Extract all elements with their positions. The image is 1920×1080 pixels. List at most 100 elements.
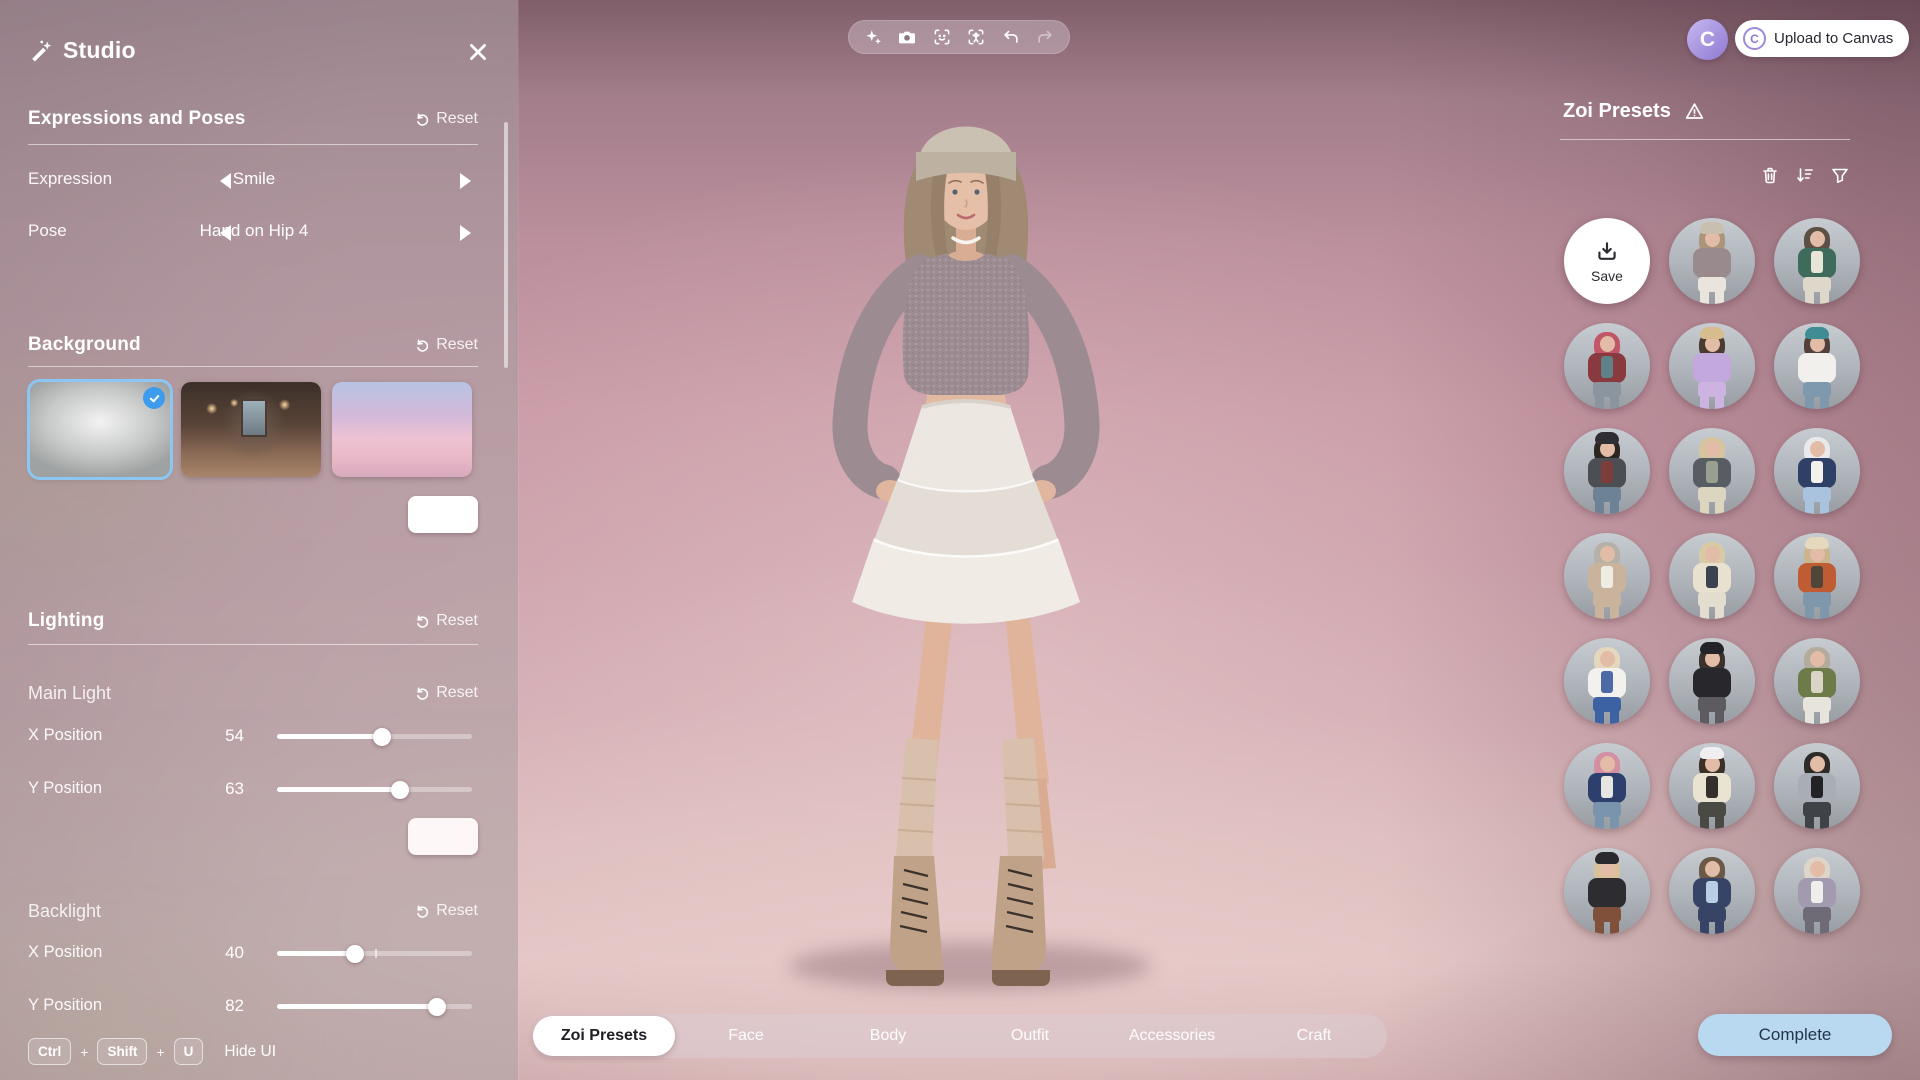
pose-next-arrow[interactable] xyxy=(460,225,471,241)
close-icon[interactable] xyxy=(466,40,490,64)
reset-icon xyxy=(415,338,430,353)
save-preset-button[interactable]: Save xyxy=(1564,218,1650,304)
preset-thumbnail-beanie-knit-girl[interactable] xyxy=(1669,218,1755,304)
reset-expressions-button[interactable]: Reset xyxy=(415,110,478,128)
background-thumb-studio[interactable] xyxy=(30,382,170,477)
slider-track[interactable] xyxy=(277,951,472,956)
canvas-c-icon: C xyxy=(1743,27,1766,50)
slider-label: X Position xyxy=(28,726,102,745)
preset-thumbnail-pink-hair-varsity[interactable] xyxy=(1564,743,1650,829)
zoi-presets-panel: Zoi Presets Save xyxy=(1560,0,1860,1080)
tab-face[interactable]: Face xyxy=(675,1016,817,1056)
preset-thumbnail-white-jacket-blue[interactable] xyxy=(1564,638,1650,724)
preset-thumbnail-headphones-sweater[interactable] xyxy=(1669,743,1755,829)
undo-icon[interactable] xyxy=(1001,27,1021,47)
preset-grid: Save xyxy=(1564,218,1860,934)
upload-label: Upload to Canvas xyxy=(1774,30,1893,47)
preset-thumbnail-cream-navy-cardigan[interactable] xyxy=(1669,533,1755,619)
slider-default-tick xyxy=(375,949,377,958)
camera-icon[interactable] xyxy=(897,27,917,47)
preset-thumbnail-straw-hat-lavender[interactable] xyxy=(1669,323,1755,409)
reset-background-button[interactable]: Reset xyxy=(415,336,478,354)
delete-preset-icon[interactable] xyxy=(1760,165,1780,185)
upload-to-canvas-button[interactable]: C Upload to Canvas xyxy=(1735,20,1909,57)
section-title: Expressions and Poses xyxy=(28,108,246,130)
preset-thumbnail-sunhat-orange-shirt[interactable] xyxy=(1774,533,1860,619)
tab-body[interactable]: Body xyxy=(817,1016,959,1056)
slider-value: 63 xyxy=(186,779,244,799)
selected-check-icon xyxy=(143,387,165,409)
complete-button[interactable]: Complete xyxy=(1698,1014,1892,1056)
hide-ui-shortcut: Ctrl+Shift+UHide UI xyxy=(28,1038,276,1065)
preset-thumbnail-pigtails-navy[interactable] xyxy=(1774,428,1860,514)
pose-row: Pose Hand on Hip 4 xyxy=(28,210,478,254)
preset-thumbnail-black-cap-vest[interactable] xyxy=(1564,428,1650,514)
key-chip-u: U xyxy=(174,1038,204,1065)
preset-thumbnail-olive-bomber[interactable] xyxy=(1774,638,1860,724)
reset-main-light-button[interactable]: Reset xyxy=(415,684,478,702)
sort-icon[interactable] xyxy=(1795,165,1815,185)
studio-header: Studio xyxy=(28,28,478,72)
preset-thumbnail-gray-bomber[interactable] xyxy=(1669,428,1755,514)
divider xyxy=(1560,139,1850,140)
slider-thumb[interactable] xyxy=(391,781,409,799)
reset-icon xyxy=(415,686,430,701)
hide-ui-label: Hide UI xyxy=(224,1043,276,1061)
sparkles-icon[interactable] xyxy=(863,27,883,47)
background-thumb-cozy-room[interactable] xyxy=(181,382,321,477)
key-chip-ctrl: Ctrl xyxy=(28,1038,71,1065)
save-download-icon xyxy=(1594,239,1620,265)
tab-zoi-presets[interactable]: Zoi Presets xyxy=(533,1016,675,1056)
main-light-color-swatch[interactable] xyxy=(408,818,478,855)
reset-icon xyxy=(415,904,430,919)
background-color-swatch[interactable] xyxy=(408,496,478,533)
reset-lighting-button[interactable]: Reset xyxy=(415,612,478,630)
sub-section-title: Backlight xyxy=(28,901,101,922)
panel-scrollbar[interactable] xyxy=(504,122,508,368)
preset-thumbnail-black-beret-coat[interactable] xyxy=(1669,638,1755,724)
viewport-toolbar xyxy=(848,20,1070,54)
preset-thumbnail-green-cardigan[interactable] xyxy=(1774,218,1860,304)
expression-next-arrow[interactable] xyxy=(460,173,471,189)
tab-accessories[interactable]: Accessories xyxy=(1101,1016,1243,1056)
expression-label: Expression xyxy=(28,169,112,189)
slider-track[interactable] xyxy=(277,787,472,792)
slider-track[interactable] xyxy=(277,1004,472,1009)
slider-thumb[interactable] xyxy=(428,998,446,1016)
logo-c-glyph: C xyxy=(1700,28,1715,52)
tab-craft[interactable]: Craft xyxy=(1243,1016,1385,1056)
slider-track[interactable] xyxy=(277,734,472,739)
background-section-header: Background Reset xyxy=(28,330,478,360)
plus-separator: + xyxy=(156,1044,164,1060)
preset-thumbnail-silver-crop-jacket[interactable] xyxy=(1774,743,1860,829)
background-thumb-pink-sky[interactable] xyxy=(332,382,472,477)
section-title: Background xyxy=(28,334,141,356)
warning-icon xyxy=(1684,101,1705,122)
pose-value: Hand on Hip 4 xyxy=(148,221,360,241)
preset-thumbnail-lavender-windbreaker[interactable] xyxy=(1774,848,1860,934)
slider-thumb[interactable] xyxy=(373,728,391,746)
studio-panel: Studio Expressions and Poses Reset Expre… xyxy=(0,0,518,1080)
reset-backlight-button[interactable]: Reset xyxy=(415,902,478,920)
save-label: Save xyxy=(1591,268,1623,284)
filter-icon[interactable] xyxy=(1830,165,1850,185)
preset-thumbnail-beige-dress-shawl[interactable] xyxy=(1564,533,1650,619)
expression-value: Smile xyxy=(148,169,360,189)
magic-wand-icon xyxy=(28,38,53,63)
app-logo-button[interactable]: C xyxy=(1687,19,1728,60)
slider-thumb[interactable] xyxy=(346,945,364,963)
face-scan-icon[interactable] xyxy=(932,27,952,47)
slider-label: Y Position xyxy=(28,779,102,798)
redo-icon[interactable] xyxy=(1035,27,1055,47)
divider xyxy=(28,644,478,645)
sub-section-title: Main Light xyxy=(28,683,111,704)
tab-outfit[interactable]: Outfit xyxy=(959,1016,1101,1056)
preset-thumbnail-teal-cap-white-tee[interactable] xyxy=(1774,323,1860,409)
key-chip-shift: Shift xyxy=(97,1038,147,1065)
preset-thumbnail-cap-leather-pants[interactable] xyxy=(1564,848,1650,934)
section-title: Lighting xyxy=(28,610,105,632)
preset-thumbnail-colorblock-jacket[interactable] xyxy=(1564,323,1650,409)
reset-icon xyxy=(415,614,430,629)
preset-thumbnail-navy-long-coat[interactable] xyxy=(1669,848,1755,934)
body-scan-icon[interactable] xyxy=(966,27,986,47)
